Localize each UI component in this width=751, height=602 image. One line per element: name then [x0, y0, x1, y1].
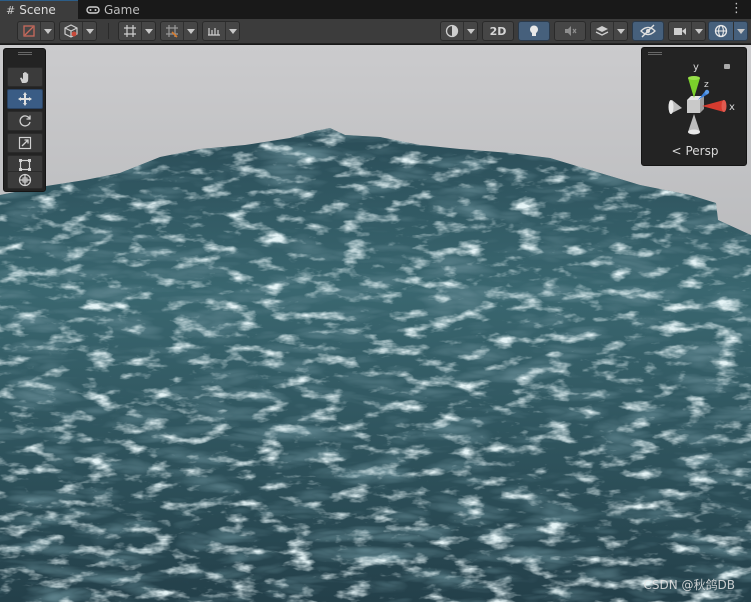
audio-toggle-button[interactable]	[554, 21, 586, 41]
more-options-icon[interactable]: ⋮	[730, 1, 743, 16]
projection-label: Persp	[685, 144, 719, 158]
rotate-icon	[19, 115, 31, 127]
grid-snapping-button[interactable]	[118, 21, 156, 41]
gamepad-icon	[86, 5, 100, 14]
layers-icon	[595, 26, 609, 36]
orientation-gizmo[interactable]: y x z < Persp	[641, 47, 747, 166]
rect-transform-icon	[19, 159, 31, 171]
camera-settings-button[interactable]	[668, 21, 706, 41]
gizmo-globe-icon	[714, 24, 728, 38]
projection-toggle[interactable]: < Persp	[642, 144, 748, 158]
transform-icon	[18, 173, 32, 187]
chevron-down-icon	[733, 22, 747, 40]
sphere-icon	[445, 24, 459, 38]
scene-toolbar: 2D	[0, 19, 751, 44]
z-axis-label: z	[704, 80, 709, 90]
watermark: CSDN @秋鸽DB	[643, 578, 735, 592]
move-tool-button[interactable]	[7, 89, 43, 109]
2d-toggle-button[interactable]: 2D	[482, 21, 514, 41]
shading-mode-button[interactable]	[59, 21, 97, 41]
scale-tool-button[interactable]	[7, 133, 43, 153]
transform-tools-panel	[3, 48, 46, 192]
x-axis-label: x	[729, 102, 735, 113]
gizmos-button[interactable]	[708, 21, 748, 41]
draw-mode-button[interactable]	[17, 21, 55, 41]
tab-scene[interactable]: # Scene	[0, 0, 78, 19]
hidden-objects-toggle-button[interactable]	[632, 21, 664, 41]
tab-scene-label: Scene	[19, 3, 56, 17]
tab-game[interactable]: Game	[80, 0, 146, 19]
perspective-icon: <	[671, 144, 682, 158]
2d-label: 2D	[489, 24, 507, 38]
chevron-down-icon	[141, 22, 155, 40]
panel-drag-handle[interactable]	[18, 52, 32, 55]
cube-icon	[64, 24, 78, 38]
draw-mode-icon	[23, 25, 35, 37]
hand-tool-button[interactable]	[7, 67, 43, 87]
chevron-down-icon	[463, 22, 477, 40]
hash-icon: #	[6, 3, 16, 17]
snap-settings-button[interactable]	[202, 21, 240, 41]
tab-game-label: Game	[104, 2, 140, 17]
increment-snap-button[interactable]	[160, 21, 198, 41]
chevron-down-icon	[225, 22, 239, 40]
effects-button[interactable]	[590, 21, 628, 41]
y-axis-label: y	[693, 62, 699, 73]
move-icon	[18, 92, 32, 106]
axis-gizmo-icon[interactable]: y x z	[642, 52, 748, 144]
chevron-down-icon	[40, 22, 54, 40]
rotate-tool-button[interactable]	[7, 111, 43, 131]
lighting-toggle-button[interactable]	[518, 21, 550, 41]
visibility-button[interactable]	[440, 21, 478, 41]
increment-snap-icon	[166, 25, 178, 38]
ruler-icon	[208, 28, 220, 36]
editor-tab-bar: # Scene Game ⋮	[0, 0, 751, 19]
camera-icon	[674, 28, 686, 35]
chevron-down-icon	[691, 22, 705, 40]
transform-tool-button[interactable]	[7, 171, 43, 189]
eye-hidden-icon	[640, 24, 656, 38]
chevron-down-icon	[82, 22, 96, 40]
chevron-down-icon	[613, 22, 627, 40]
ocean-scene-render	[0, 45, 751, 602]
audio-mute-icon	[565, 26, 577, 36]
lightbulb-icon	[530, 25, 538, 36]
chevron-down-icon	[183, 22, 197, 40]
grid-snap-icon	[124, 25, 136, 37]
scale-icon	[18, 136, 32, 150]
scene-viewport[interactable]: y x z < Persp CSDN @秋鸽DB	[0, 45, 751, 602]
hand-icon	[20, 72, 29, 83]
